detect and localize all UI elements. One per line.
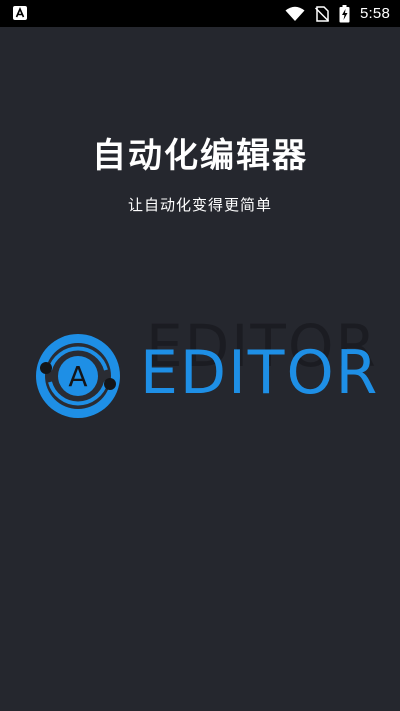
- logo-letter: A: [68, 360, 87, 393]
- app-notification-icon: [12, 5, 28, 21]
- status-time: 5:58: [360, 5, 390, 22]
- wifi-icon: [285, 6, 305, 22]
- splash-subtitle: 让自动化变得更简单: [127, 196, 272, 214]
- splash-title: 自动化编辑器: [92, 136, 308, 176]
- no-sim-icon: [315, 5, 329, 22]
- app-logo: EDITOR A EDITOR: [34, 312, 377, 426]
- logo-wordmark: EDITOR: [140, 338, 380, 408]
- logo-emblem-icon: A: [36, 334, 120, 418]
- battery-charging-icon: [339, 4, 350, 23]
- status-bar: 5:58: [0, 0, 400, 27]
